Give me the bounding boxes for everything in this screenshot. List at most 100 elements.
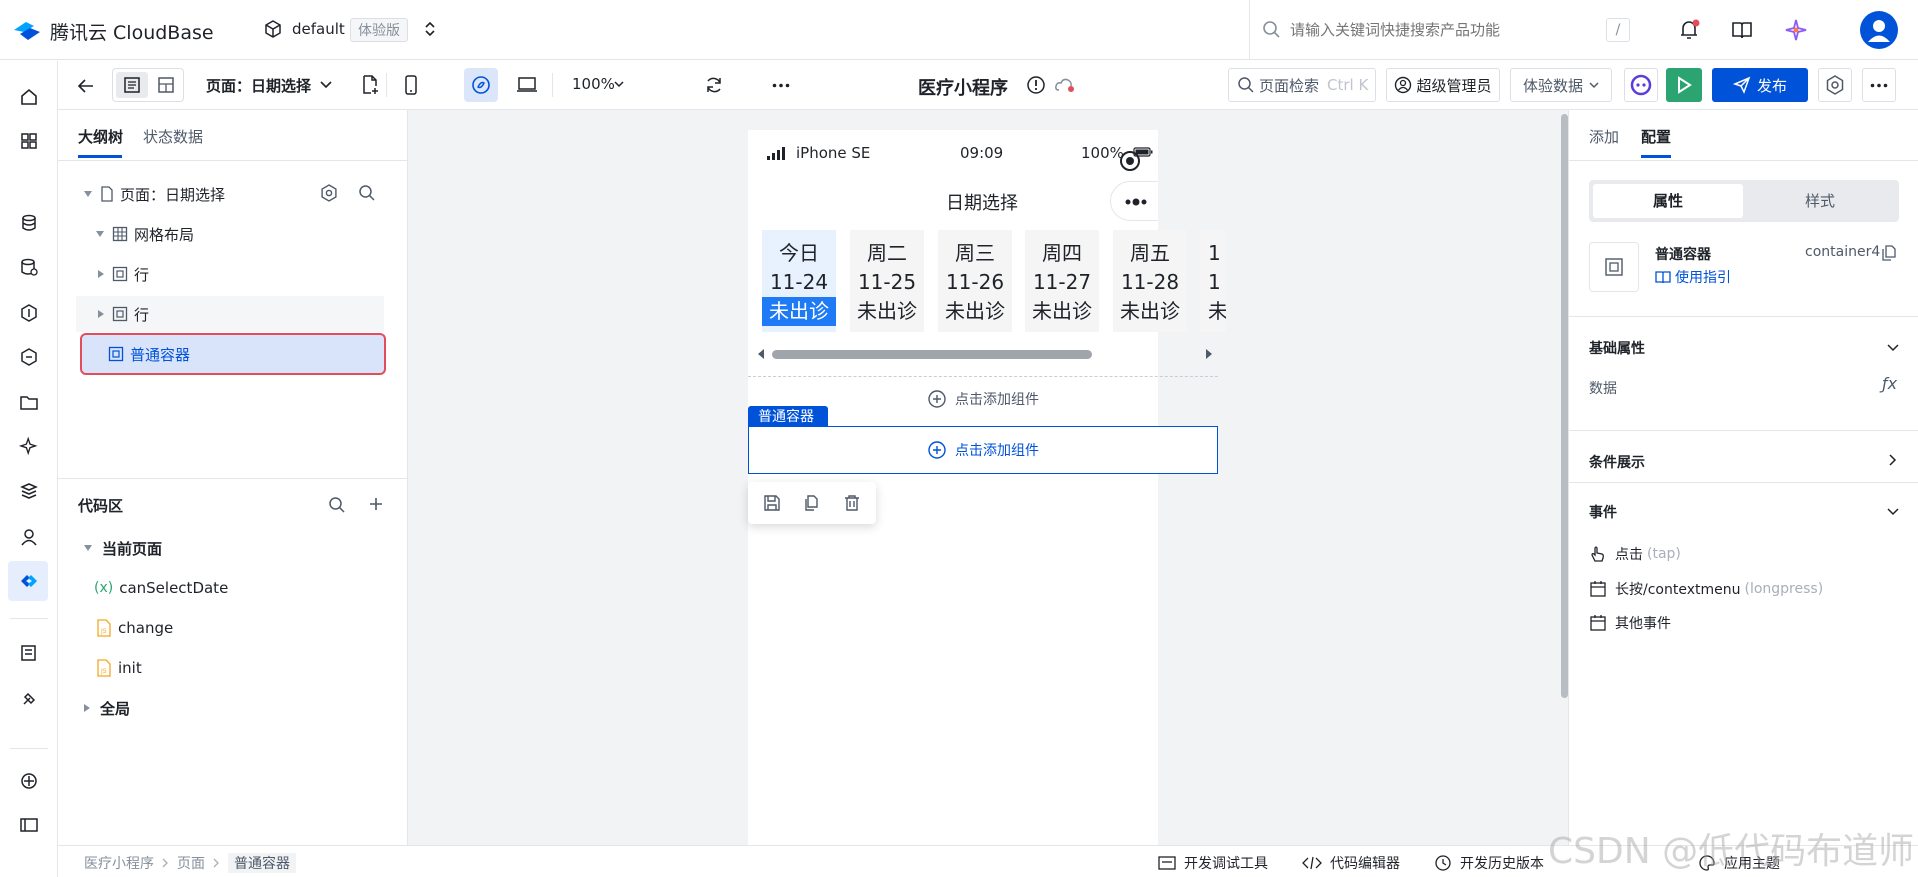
outline-view-button[interactable] (116, 72, 148, 98)
admin-role-button[interactable]: 超级管理员 (1386, 68, 1500, 102)
conditional-display-title[interactable]: 条件展示 (1589, 452, 1645, 472)
code-global[interactable]: 全局 (76, 690, 384, 726)
data-model-icon[interactable] (17, 255, 41, 279)
event-longpress[interactable]: 长按/contextmenu (longpress) (1589, 579, 1823, 599)
cloudbase-logo-icon[interactable] (12, 18, 42, 42)
vertical-scrollbar[interactable] (1561, 114, 1568, 698)
cloud-sync-icon[interactable] (1054, 76, 1076, 94)
collapse-rail-icon[interactable] (17, 813, 41, 837)
tree-node-row-2[interactable]: 行 (76, 296, 384, 332)
plugin-icon[interactable] (17, 687, 41, 711)
chevron-right-icon[interactable] (1889, 454, 1897, 466)
horizontal-scrollbar[interactable] (772, 350, 1092, 359)
breadcrumb-item[interactable]: 页面 (177, 853, 205, 873)
copy-icon[interactable] (803, 494, 821, 512)
save-icon[interactable] (763, 494, 781, 512)
chevron-down-icon[interactable] (1887, 344, 1899, 352)
page-search-button[interactable]: 页面检索 Ctrl K (1228, 68, 1376, 102)
global-search-input[interactable] (1290, 18, 1590, 42)
events-title[interactable]: 事件 (1589, 502, 1617, 522)
caret-right-icon[interactable] (98, 270, 104, 278)
subtab-properties[interactable]: 属性 (1593, 184, 1743, 218)
zoom-level[interactable]: 100% (572, 75, 615, 93)
scroll-left-icon[interactable] (756, 348, 766, 360)
code-item-var[interactable]: (x) canSelectDate (76, 570, 384, 606)
scroll-right-icon[interactable] (1204, 348, 1214, 360)
debug-tool-button[interactable]: 开发调试工具 (1158, 853, 1268, 873)
day-cell[interactable]: 周三 11-26 未出诊 (938, 230, 1012, 332)
page-settings-icon[interactable] (320, 184, 338, 202)
day-cell[interactable]: 周二 11-25 未出诊 (850, 230, 924, 332)
day-cell-clipped[interactable]: 1 1 未 (1200, 230, 1226, 332)
caret-down-icon[interactable] (84, 191, 92, 197)
zoom-chevron-icon[interactable] (614, 81, 624, 88)
basic-props-title[interactable]: 基础属性 (1589, 338, 1645, 358)
data-mode-select[interactable]: 体验数据 (1510, 68, 1612, 102)
user-avatar[interactable] (1860, 11, 1898, 49)
log-icon[interactable] (17, 641, 41, 665)
env-switch-icon[interactable] (424, 20, 436, 38)
mobile-preview-icon[interactable] (404, 75, 418, 95)
ai-star-icon[interactable] (1784, 18, 1808, 42)
caret-right-icon[interactable] (98, 310, 104, 318)
usage-guide-link[interactable]: 使用指引 (1675, 267, 1731, 287)
design-canvas[interactable]: iPhone SE 09:09 100% 日期选择 今日 11-24 未出诊 周… (408, 110, 1568, 845)
history-button[interactable]: 开发历史版本 (1434, 853, 1544, 873)
delete-icon[interactable] (843, 494, 861, 512)
brand-title[interactable]: 腾讯云 CloudBase (50, 18, 214, 45)
chevron-down-icon[interactable] (320, 81, 332, 89)
copy-id-icon[interactable] (1881, 244, 1897, 262)
database-icon[interactable] (17, 211, 41, 235)
tab-add[interactable]: 添加 (1589, 126, 1619, 147)
caret-down-icon[interactable] (96, 231, 104, 237)
bell-icon[interactable] (1677, 18, 1701, 42)
tab-outline-tree[interactable]: 大纲树 (78, 126, 123, 147)
more-menu-button[interactable] (1862, 68, 1896, 102)
chevron-down-icon[interactable] (1887, 508, 1899, 516)
code-editor-button[interactable]: 代码编辑器 (1302, 853, 1400, 873)
back-arrow-icon[interactable] (76, 76, 96, 96)
caret-right-icon[interactable] (84, 704, 90, 712)
lowcode-icon[interactable] (17, 569, 41, 593)
ai-sparkle-icon[interactable] (17, 435, 41, 459)
capsule-close-icon[interactable] (1119, 150, 1141, 172)
info-circle-icon[interactable] (1026, 75, 1046, 95)
settings-button[interactable] (1818, 68, 1852, 102)
user-auth-icon[interactable] (17, 525, 41, 549)
subtab-style[interactable]: 样式 (1745, 184, 1895, 218)
breadcrumb-item[interactable]: 医疗小程序 (84, 853, 154, 873)
layers-icon[interactable] (17, 479, 41, 503)
cloud-function-icon[interactable] (17, 345, 41, 369)
selected-container[interactable]: 点击添加组件 (748, 426, 1218, 474)
capsule-more-icon[interactable] (1125, 197, 1149, 207)
code-item-js[interactable]: JS change (76, 610, 384, 646)
fx-icon[interactable]: ƒx (1882, 374, 1897, 393)
extensions-icon[interactable] (17, 769, 41, 793)
breadcrumb-item-current[interactable]: 普通容器 (228, 853, 296, 873)
tree-search-icon[interactable] (358, 184, 376, 202)
more-dots-icon[interactable] (772, 83, 790, 88)
event-tap[interactable]: 点击 (tap) (1589, 544, 1681, 564)
page-selector[interactable]: 页面：日期选择 (206, 75, 311, 96)
desktop-preview-icon[interactable] (516, 76, 538, 94)
tab-config[interactable]: 配置 (1641, 126, 1671, 147)
home-icon[interactable] (17, 85, 41, 109)
code-current-page[interactable]: 当前页面 (76, 530, 384, 566)
code-search-icon[interactable] (328, 496, 346, 514)
tree-node-container-selected[interactable]: 普通容器 (80, 333, 386, 375)
book-icon[interactable] (1731, 19, 1753, 41)
code-item-js[interactable]: JS init (76, 650, 384, 686)
caret-down-icon[interactable] (84, 545, 92, 551)
env-name[interactable]: default (292, 20, 345, 38)
publish-button[interactable]: 发布 (1712, 68, 1808, 102)
apps-grid-icon[interactable] (17, 129, 41, 153)
event-other[interactable]: 其他事件 (1589, 613, 1671, 633)
tree-node-grid[interactable]: 网格布局 (76, 216, 384, 252)
storage-folder-icon[interactable] (17, 391, 41, 415)
tree-node-row-1[interactable]: 行 (76, 256, 384, 292)
day-cell[interactable]: 周五 11-28 未出诊 (1113, 230, 1187, 332)
tab-state-data[interactable]: 状态数据 (143, 126, 203, 147)
shield-icon[interactable] (17, 301, 41, 325)
day-cell-today[interactable]: 今日 11-24 未出诊 (762, 230, 836, 332)
run-preview-button[interactable] (1666, 68, 1702, 102)
